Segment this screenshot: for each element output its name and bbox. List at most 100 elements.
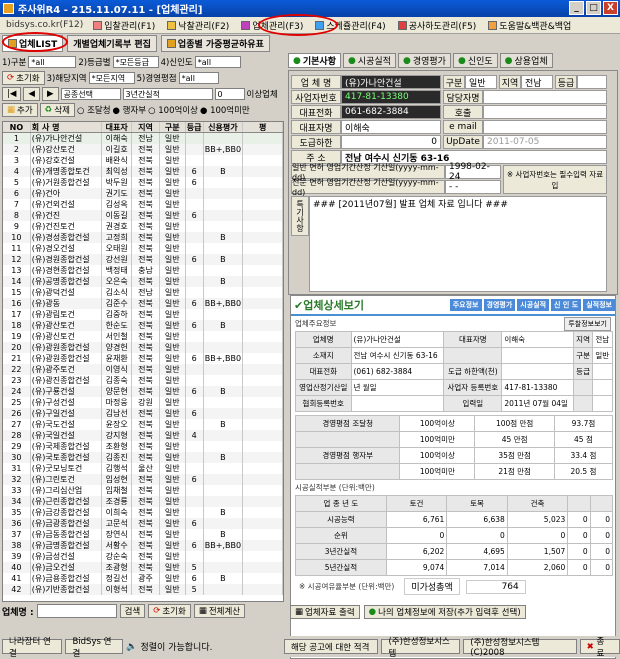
special-license-date-field[interactable]: - - (445, 180, 501, 194)
table-row[interactable]: 20 (유)광원종합건설 양경헌 전북 일반 (3, 342, 283, 353)
exit-button[interactable]: ✖ 종 료 (579, 637, 620, 659)
gubun-select[interactable]: 일반 (465, 75, 497, 89)
table-row[interactable]: 10 (유)경성종합건설 고정희 전북 일반 B (3, 232, 283, 243)
filter-reset-button[interactable]: ⟳ 초기화 (2, 71, 45, 85)
lower-limit-field[interactable]: 0 (341, 135, 441, 149)
filter-score-select[interactable]: *all (178, 72, 219, 84)
filter-gubun-select[interactable]: *all (28, 56, 77, 68)
table-row[interactable]: 21 (유)광원종합건설 윤재환 전북 일반 6 BB+,BB0 (3, 353, 283, 364)
menu-help-backup[interactable]: 도움말&백관&백업 (484, 19, 575, 32)
tab-basic-info[interactable]: ● 기본사항 (288, 53, 341, 68)
tab-company-record-edit[interactable]: 개별업체기록부 편집 (67, 35, 157, 52)
table-row[interactable]: 12 (유)경원종합건설 강선원 전북 일반 6 B (3, 254, 283, 265)
menu-subcontract-manage[interactable]: 공사하도관리(F5) (394, 19, 481, 32)
minimize-button[interactable]: _ (569, 1, 584, 15)
nav-next-button[interactable]: ▶ (41, 87, 59, 101)
column-header[interactable]: 평 (243, 122, 283, 132)
table-row[interactable]: 16 (유)광동 김준수 전북 일반 6 BB+,BB0 (3, 298, 283, 309)
table-row[interactable]: 26 (유)구일건설 김남선 전북 일반 6 (3, 408, 283, 419)
tab-management-eval[interactable]: ● 경영평가 (397, 53, 451, 68)
table-row[interactable]: 13 (유)경현종합건설 백정태 충남 일반 (3, 265, 283, 276)
column-header[interactable]: 등급 (186, 122, 204, 132)
tab-weighted-average[interactable]: 업종별 가중평균하유표 (160, 35, 270, 52)
table-row[interactable]: 11 (유)경오건설 오태원 전북 일반 (3, 243, 283, 254)
table-row[interactable]: 1 (유)가나안건설 이해숙 전남 일반 (3, 133, 283, 144)
search-button[interactable]: 검색 (119, 604, 146, 618)
table-row[interactable]: 32 (유)그린토건 임성현 전북 일반 6 (3, 474, 283, 485)
table-row[interactable]: 4 (유)개명종합토건 최익성 전북 일반 6 B (3, 166, 283, 177)
table-row[interactable]: 24 (유)구룡건설 양문현 전북 일반 6 B (3, 386, 283, 397)
calc-all-button[interactable]: ▦ 전체계산 (193, 604, 246, 618)
filter-credit-select[interactable]: *all (194, 56, 241, 68)
bidsys-link-button[interactable]: BidSys 연결 (65, 637, 124, 659)
column-header[interactable]: 구분 (160, 122, 186, 132)
radio-procurement[interactable]: ○ 조달청 (77, 104, 111, 116)
filter-region-select[interactable]: *모든지역 (88, 72, 135, 84)
table-row[interactable]: 22 (유)광주토건 이영식 전북 일반 (3, 364, 283, 375)
table-row[interactable]: 23 (유)광진종합건설 김종숙 전북 일반 (3, 375, 283, 386)
table-row[interactable]: 34 (유)근린종합건설 조경룡 전북 일반 (3, 496, 283, 507)
table-row[interactable]: 25 (유)구성건설 마정웅 강원 일반 (3, 397, 283, 408)
column-header[interactable]: 신용평가 (204, 122, 244, 132)
table-row[interactable]: 31 (유)굿모닝토건 김행석 울산 일반 (3, 463, 283, 474)
column-header[interactable]: 회 사 명 (31, 122, 103, 132)
special-notes-field[interactable]: ### [2011년07월] 발표 업체 자료 입니다 ### (309, 196, 607, 292)
trade-select[interactable]: 공종선택 (60, 88, 121, 100)
table-row[interactable]: 29 (유)국제종합건설 조환형 전북 일반 (3, 441, 283, 452)
general-license-date-field[interactable]: 1998-02-24 (445, 162, 501, 182)
detail-tab-perf[interactable]: 실적정보 (583, 299, 615, 311)
radio-interior[interactable]: ● 행자부 (113, 104, 147, 116)
biz-no-field[interactable]: 417-81-13380 (341, 90, 441, 104)
table-row[interactable]: 8 (유)건진 이동길 전북 일반 6 (3, 210, 283, 221)
detail-tab-record[interactable]: 시공실적 (517, 299, 550, 311)
perf-threshold-input[interactable]: 0 (214, 88, 245, 100)
add-button[interactable]: ▦ 추가 (2, 103, 38, 117)
table-row[interactable]: 41 (유)금용종합건설 정길선 광주 일반 6 B (3, 573, 283, 584)
radio-over-100[interactable]: ○ 100억이상 (148, 104, 198, 116)
table-row[interactable]: 28 (유)국일건설 강지형 전북 일반 4 (3, 430, 283, 441)
table-row[interactable]: 3 (유)강호건설 배완식 전북 일반 (3, 155, 283, 166)
table-row[interactable]: 9 (유)건진토건 권경호 전북 일반 (3, 221, 283, 232)
table-row[interactable]: 5 (유)거원종합건설 박두원 전북 일반 6 (3, 177, 283, 188)
phone-field[interactable]: 061-682-3884 (341, 105, 441, 119)
manager-field[interactable] (483, 90, 607, 104)
table-row[interactable]: 2 (유)강산토건 이길호 전북 일반 BB+,BB0 (3, 144, 283, 155)
perf-period-select[interactable]: 3년간실적 (122, 88, 213, 100)
company-name-input[interactable] (36, 604, 117, 618)
company-name-field[interactable]: (유)가나안건설 (341, 75, 441, 89)
table-row[interactable]: 39 (유)금성건설 강순숙 전북 일반 (3, 551, 283, 562)
table-row[interactable]: 36 (유)금광종합건설 고문석 전북 일반 6 (3, 518, 283, 529)
delete-button[interactable]: ♻ 삭제 (39, 103, 75, 117)
reset-button[interactable]: ⟳ 초기화 (148, 604, 191, 618)
print-company-button[interactable]: ▦ 업체자료 출력 (290, 605, 360, 619)
naramarket-link-button[interactable]: 나라장터 연결 (2, 637, 63, 659)
column-header[interactable]: 지역 (132, 122, 160, 132)
bid-info-button[interactable]: 투찰정보보기 (564, 316, 611, 331)
table-row[interactable]: 30 (유)국토종합건설 김종진 전북 일반 B (3, 452, 283, 463)
email-field[interactable] (483, 120, 607, 134)
column-header[interactable]: 대표자 (102, 122, 133, 132)
table-row[interactable]: 6 (유)건아 권기도 전북 일반 (3, 188, 283, 199)
maximize-button[interactable]: □ (586, 1, 601, 15)
site-link[interactable]: bidsys.co.kr(F12) (0, 20, 89, 30)
company-table[interactable]: NO 회 사 명 대표자 지역 구분 등급 신용평가 평 1 (유)가나안건설 이해숙 전남 일반 2(… (2, 121, 284, 602)
representative-field[interactable]: 이해숙 (341, 120, 441, 134)
table-row[interactable]: 17 (유)광림토건 김중하 전북 일반 (3, 309, 283, 320)
table-row[interactable]: 18 (유)광산토건 한순도 전북 일반 6 B (3, 320, 283, 331)
filter-grade-select[interactable]: *모든등급 (112, 56, 159, 68)
detail-tab-credit[interactable]: 신 인 도 (551, 299, 582, 311)
pager-field[interactable] (483, 105, 607, 119)
table-row[interactable]: 27 (유)국도건설 윤장오 전북 일반 B (3, 419, 283, 430)
nav-prev-button[interactable]: ◀ (23, 87, 40, 101)
close-button[interactable]: X (603, 1, 618, 15)
table-row[interactable]: 37 (유)금동종합건설 장연식 전북 일반 B (3, 529, 283, 540)
region-select[interactable]: 전남 (521, 75, 553, 89)
tab-construction-record[interactable]: ● 시공실적 (342, 53, 396, 68)
detail-tab-main[interactable]: 주요정보 (449, 299, 482, 311)
tab-regular-company[interactable]: ● 상용업체 (499, 53, 553, 68)
table-row[interactable]: 40 (유)금오건설 조광형 전북 일반 5 (3, 562, 283, 573)
menu-bid-manage[interactable]: 입찰관리(F1) (89, 19, 159, 32)
detail-tab-eval[interactable]: 경영평가 (483, 299, 516, 311)
table-row[interactable]: 19 (유)광신토건 서인철 전북 일반 (3, 331, 283, 342)
table-row[interactable]: 35 (유)금강종합건설 이희숙 전북 일반 B (3, 507, 283, 518)
